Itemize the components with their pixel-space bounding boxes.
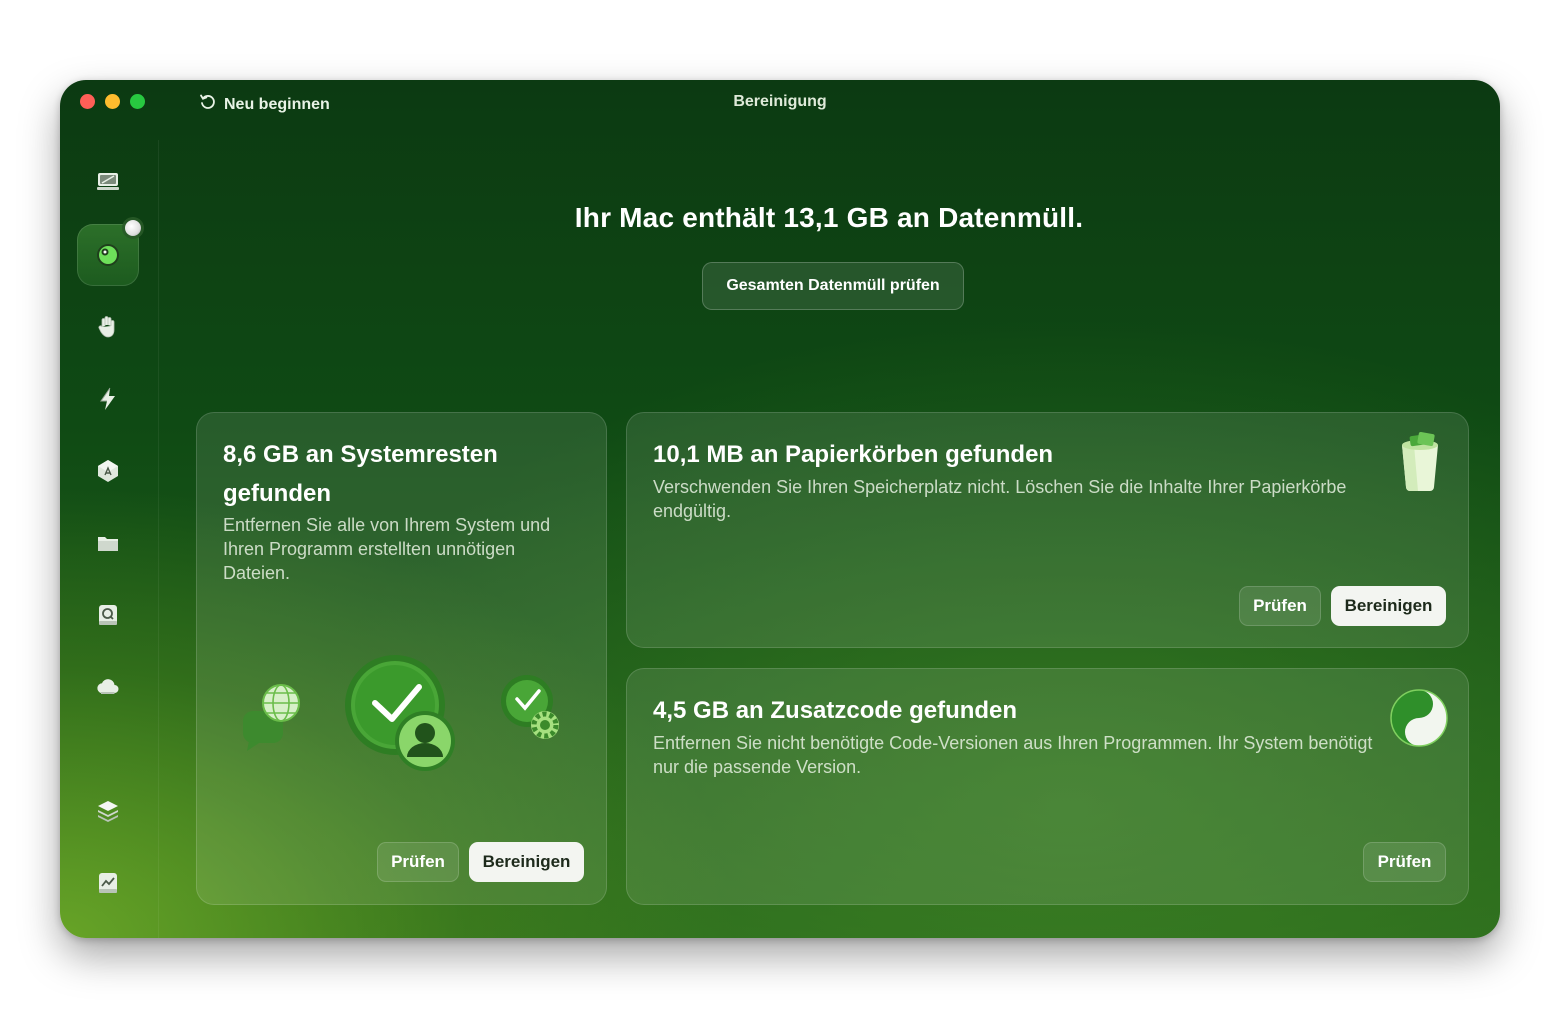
app-window: Neu beginnen Bereinigung Ihr Mac enthält… (60, 80, 1500, 938)
sidebar-item-menu[interactable] (77, 852, 139, 914)
page-headline: Ihr Mac enthält 13,1 GB an Datenmüll. (574, 202, 1084, 233)
review-all-junk-button[interactable]: Gesamten Datenmüll prüfen (702, 262, 964, 310)
sidebar (60, 140, 159, 938)
window-title: Bereinigung (733, 93, 827, 110)
chart-icon (99, 873, 117, 893)
binary-yin-yang-icon (1390, 689, 1448, 747)
sidebar-item-assistant[interactable] (77, 780, 139, 842)
layers-icon (98, 801, 118, 822)
monitor-icon (97, 173, 119, 190)
sidebar-item-cloud[interactable] (77, 656, 139, 718)
sidebar-item-performance[interactable] (77, 368, 139, 430)
sidebar-item-my-clutter[interactable] (77, 512, 139, 574)
globe-chat-icon (243, 684, 300, 751)
universal-binaries-review-button[interactable]: Prüfen (1363, 842, 1446, 882)
apps-icon (98, 460, 118, 482)
universal-binaries-description: Entfernen Sie nicht benötigte Code-Versi… (653, 733, 1373, 777)
system-junk-description: Entfernen Sie alle von Ihrem System und … (223, 515, 551, 583)
clock-gear-icon (501, 675, 559, 739)
trash-bins-clean-button[interactable]: Bereinigen (1331, 586, 1446, 626)
folder-icon (98, 537, 118, 551)
sidebar-item-applications[interactable] (77, 440, 139, 502)
trash-bins-description: Verschwenden Sie Ihren Speicherplatz nic… (653, 477, 1347, 521)
disk-search-icon (99, 605, 117, 625)
universal-binaries-title: 4,5 GB an Zusatzcode gefunden (653, 697, 1018, 724)
sidebar-item-space-lens[interactable] (77, 584, 139, 646)
trash-bin-icon (1402, 432, 1438, 491)
universal-binaries-card: 4,5 GB an Zusatzcode gefunden Entfernen … (626, 668, 1469, 905)
cloud-icon (97, 679, 119, 694)
notification-dot (125, 220, 141, 236)
sidebar-item-cleanup[interactable] (77, 220, 141, 286)
system-junk-illustration (243, 655, 559, 771)
system-junk-title: 8,6 GB an Systemresten gefunden (223, 441, 498, 507)
trash-bins-title: 10,1 MB an Papierkörben gefunden (653, 441, 1054, 468)
clock-user-icon (345, 655, 455, 771)
sidebar-item-smart-scan[interactable] (77, 150, 139, 212)
trash-bins-review-button[interactable]: Prüfen (1239, 586, 1321, 626)
sidebar-item-protection[interactable] (77, 296, 139, 358)
trash-bins-card: 10,1 MB an Papierkörben gefunden Verschw… (626, 412, 1469, 648)
lightning-icon (100, 387, 115, 410)
system-junk-clean-button[interactable]: Bereinigen (469, 842, 584, 882)
system-junk-review-button[interactable]: Prüfen (377, 842, 459, 882)
cleanup-icon (97, 244, 119, 266)
system-junk-card: 8,6 GB an Systemresten gefunden Entferne… (196, 412, 607, 905)
hand-icon (98, 316, 115, 338)
